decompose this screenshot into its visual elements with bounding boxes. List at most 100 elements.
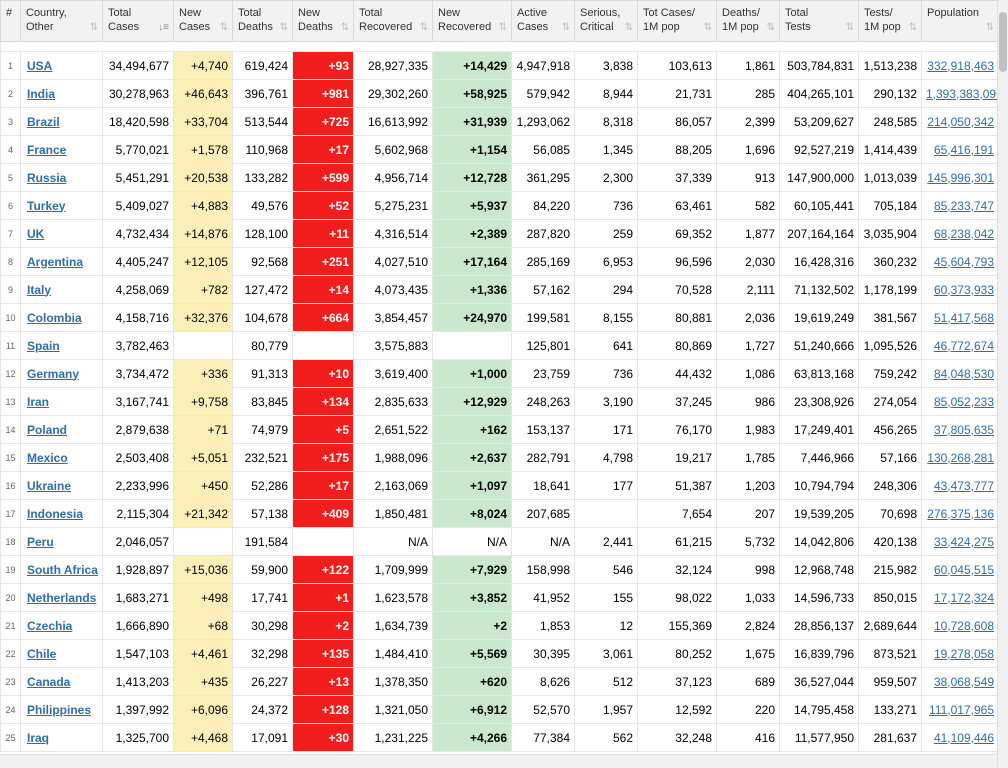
country-link[interactable]: Netherlands: [27, 591, 96, 605]
country-link[interactable]: Philippines: [27, 703, 91, 717]
sort-arrows-icon[interactable]: ↓≡: [158, 21, 169, 35]
population-link[interactable]: 60,373,933: [934, 283, 994, 297]
population-link[interactable]: 332,918,463: [927, 59, 994, 73]
population-link[interactable]: 43,473,777: [934, 479, 994, 493]
header-label: Tests/ 1M pop: [864, 7, 901, 33]
header-deaths-per-1m[interactable]: Deaths/ 1M pop ⇅: [716, 0, 780, 42]
cell-serious-critical: 1,345: [574, 135, 638, 164]
population-link[interactable]: 46,772,674: [934, 339, 994, 353]
population-link[interactable]: 51,417,568: [934, 311, 994, 325]
country-link[interactable]: Mexico: [27, 451, 68, 465]
sort-arrows-icon[interactable]: ⇅: [562, 21, 570, 35]
cell-total-deaths: 32,298: [232, 639, 293, 668]
header-country[interactable]: Country, Other ⇅: [20, 0, 103, 42]
population-link[interactable]: 10,728,608: [934, 619, 994, 633]
population-link[interactable]: 130,268,281: [927, 451, 994, 465]
population-link[interactable]: 65,416,191: [934, 143, 994, 157]
country-link[interactable]: Colombia: [27, 311, 82, 325]
population-link[interactable]: 85,052,233: [934, 395, 994, 409]
cell-new-recovered: +7,929: [432, 555, 512, 584]
scrollbar-thumb[interactable]: [999, 12, 1007, 72]
country-link[interactable]: Iran: [27, 395, 49, 409]
population-link[interactable]: 85,233,747: [934, 199, 994, 213]
header-row: # Country, Other ⇅ Total Cases ↓≡ New Cases ⇅ T…: [0, 0, 998, 42]
header-new-recovered[interactable]: New Recovered ⇅: [432, 0, 512, 42]
population-link[interactable]: 33,424,275: [934, 535, 994, 549]
cell-serious-critical: 2,300: [574, 163, 638, 192]
population-link[interactable]: 145,996,301: [927, 171, 994, 185]
country-link[interactable]: Russia: [27, 171, 66, 185]
sort-arrows-icon[interactable]: ⇅: [280, 21, 288, 35]
sort-arrows-icon[interactable]: ⇅: [767, 21, 775, 35]
country-link[interactable]: Brazil: [27, 115, 60, 129]
header-active-cases[interactable]: Active Cases ⇅: [511, 0, 575, 42]
population-link[interactable]: 111,017,965: [929, 703, 994, 717]
cell-active-cases: 18,641: [511, 471, 575, 500]
country-link[interactable]: Ukraine: [27, 479, 71, 493]
population-link[interactable]: 19,278,058: [934, 647, 994, 661]
population-link[interactable]: 17,172,324: [934, 591, 994, 605]
header-tests-per-1m[interactable]: Tests/ 1M pop ⇅: [858, 0, 922, 42]
country-link[interactable]: USA: [27, 59, 52, 73]
header-label: Total Recovered: [359, 7, 413, 33]
country-link[interactable]: Spain: [27, 339, 60, 353]
cell-index: 24: [0, 695, 21, 724]
country-link[interactable]: UK: [27, 227, 44, 241]
sort-arrows-icon[interactable]: ⇅: [220, 21, 228, 35]
country-link[interactable]: India: [27, 87, 55, 101]
population-link[interactable]: 60,045,515: [934, 563, 994, 577]
header-new-cases[interactable]: New Cases ⇅: [173, 0, 233, 42]
cell-cases-per-1m: 37,339: [637, 163, 717, 192]
population-link[interactable]: 38,068,549: [934, 675, 994, 689]
country-link[interactable]: Indonesia: [27, 507, 83, 521]
country-link[interactable]: South Africa: [27, 563, 98, 577]
population-link[interactable]: 45,604,793: [934, 255, 994, 269]
country-link[interactable]: Italy: [27, 283, 51, 297]
header-population[interactable]: Population ⇅: [921, 0, 998, 42]
country-link[interactable]: Germany: [27, 367, 79, 381]
sort-arrows-icon[interactable]: ⇅: [90, 21, 98, 35]
country-link[interactable]: Canada: [27, 675, 70, 689]
country-link[interactable]: Argentina: [27, 255, 83, 269]
header-serious-critical[interactable]: Serious, Critical ⇅: [574, 0, 638, 42]
header-total-recovered[interactable]: Total Recovered ⇅: [353, 0, 433, 42]
header-total-tests[interactable]: Total Tests ⇅: [779, 0, 859, 42]
sort-arrows-icon[interactable]: ⇅: [341, 21, 349, 35]
header-label: Total Tests: [785, 7, 811, 33]
header-total-cases[interactable]: Total Cases ↓≡: [102, 0, 174, 42]
population-link[interactable]: 276,375,136: [927, 507, 994, 521]
country-link[interactable]: France: [27, 143, 66, 157]
sort-arrows-icon[interactable]: ⇅: [420, 21, 428, 35]
sort-arrows-icon[interactable]: ⇅: [704, 21, 712, 35]
sort-arrows-icon[interactable]: ⇅: [499, 21, 507, 35]
population-link[interactable]: 37,805,635: [934, 423, 994, 437]
cell-total-cases: 2,115,304: [102, 499, 174, 528]
population-link[interactable]: 84,048,530: [934, 367, 994, 381]
sort-arrows-icon[interactable]: ⇅: [909, 21, 917, 35]
sort-arrows-icon[interactable]: ⇅: [986, 21, 994, 35]
population-link[interactable]: 41,109,446: [934, 731, 994, 745]
population-link[interactable]: 214,050,342: [927, 115, 994, 129]
header-new-deaths[interactable]: New Deaths ⇅: [292, 0, 354, 42]
cell-index: 25: [0, 723, 21, 752]
country-link[interactable]: Peru: [27, 535, 54, 549]
country-link[interactable]: Chile: [27, 647, 56, 661]
population-link[interactable]: 68,238,042: [934, 227, 994, 241]
cell-total-cases: 2,233,996: [102, 471, 174, 500]
header-total-deaths[interactable]: Total Deaths ⇅: [232, 0, 293, 42]
header-cases-per-1m[interactable]: Tot Cases/ 1M pop ⇅: [637, 0, 717, 42]
cell-new-cases: +4,883: [173, 191, 233, 220]
cell-new-cases: +782: [173, 275, 233, 304]
population-link[interactable]: 1,393,383,096: [926, 87, 998, 101]
sort-arrows-icon[interactable]: ⇅: [625, 21, 633, 35]
cell-serious-critical: 2,441: [574, 527, 638, 556]
country-link[interactable]: Czechia: [27, 619, 72, 633]
country-link[interactable]: Poland: [27, 423, 67, 437]
cell-new-recovered: +3,852: [432, 583, 512, 612]
vertical-scrollbar[interactable]: [997, 0, 1008, 768]
sort-arrows-icon[interactable]: ⇅: [846, 21, 854, 35]
country-link[interactable]: Turkey: [27, 199, 65, 213]
horizontal-scrollbar[interactable]: [0, 754, 998, 768]
country-link[interactable]: Iraq: [27, 731, 49, 745]
cell-country: USA: [20, 51, 103, 80]
